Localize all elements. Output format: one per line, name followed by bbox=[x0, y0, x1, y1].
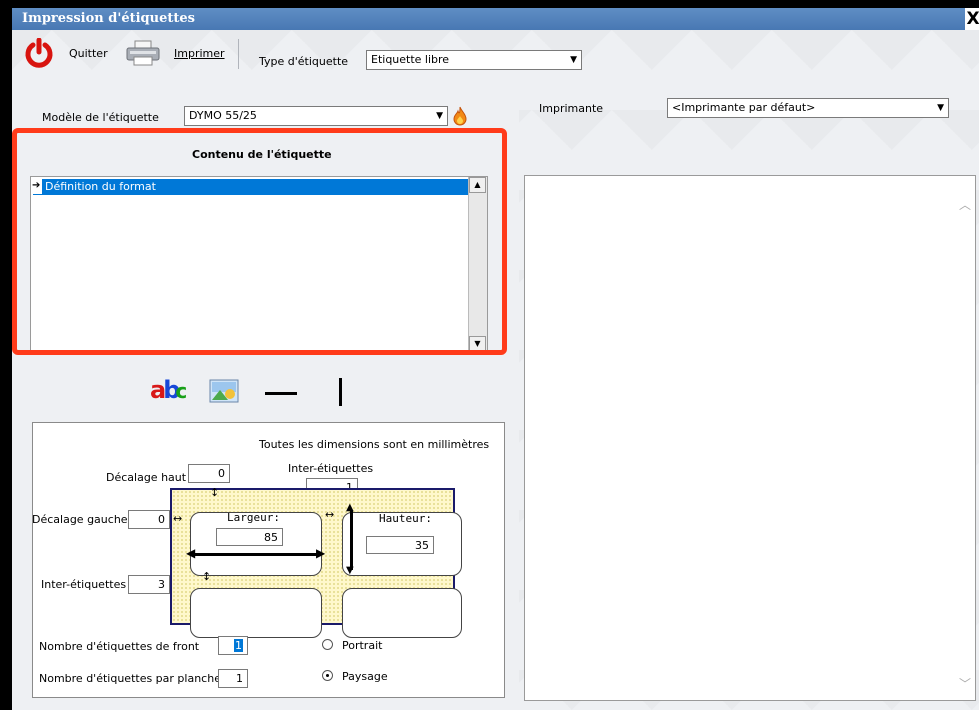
between-top-arrow-icon: ↔ bbox=[325, 508, 335, 521]
height-arrow bbox=[350, 510, 353, 570]
scroll-down-icon[interactable]: ﹀ bbox=[959, 675, 971, 692]
front-count-label: Nombre d'étiquettes de front bbox=[39, 640, 200, 653]
print-label: Imprimer bbox=[174, 47, 225, 60]
window-title-bar: Impression d'étiquettes bbox=[12, 8, 979, 30]
flame-icon[interactable] bbox=[452, 106, 468, 126]
chevron-down-icon[interactable]: ▼ bbox=[436, 107, 443, 125]
window-title: Impression d'étiquettes bbox=[22, 11, 195, 26]
width-field[interactable]: 85 bbox=[216, 528, 283, 546]
arrow-left-icon: ◀ bbox=[186, 546, 196, 560]
print-button[interactable]: Imprimer bbox=[124, 34, 234, 70]
between-left-label: Inter-étiquettes bbox=[41, 578, 127, 591]
width-arrow bbox=[192, 553, 320, 556]
printer-value: <Imprimante par défaut> bbox=[672, 101, 816, 114]
printer-icon bbox=[126, 40, 160, 66]
landscape-radio[interactable] bbox=[322, 670, 333, 681]
vertical-line-icon[interactable] bbox=[339, 378, 342, 406]
front-count-value: 1 bbox=[234, 639, 243, 652]
horizontal-line-icon[interactable] bbox=[265, 392, 297, 395]
text-abc-icon[interactable]: abc bbox=[150, 376, 187, 408]
image-icon[interactable] bbox=[208, 378, 240, 406]
between-left-field[interactable]: 3 bbox=[128, 575, 170, 594]
power-icon bbox=[25, 38, 53, 68]
dimensions-note: Toutes les dimensions sont en millimètre… bbox=[259, 438, 490, 451]
front-count-field[interactable]: 1 bbox=[218, 636, 248, 655]
model-value: DYMO 55/25 bbox=[189, 109, 257, 122]
arrow-right-icon: ▶ bbox=[316, 546, 326, 560]
quit-button[interactable]: Quitter bbox=[24, 34, 119, 70]
toolbar-separator bbox=[238, 39, 239, 69]
arrow-down-icon: ▼ bbox=[346, 565, 354, 576]
label-shape-bottom-left bbox=[190, 588, 322, 638]
between-top-label: Inter-étiquettes bbox=[288, 462, 374, 475]
height-field[interactable]: 35 bbox=[366, 536, 434, 554]
model-select[interactable]: DYMO 55/25 ▼ bbox=[184, 106, 448, 126]
sheet-count-field[interactable]: 1 bbox=[218, 669, 248, 688]
label-sheet-diagram bbox=[170, 488, 462, 638]
portrait-label: Portrait bbox=[342, 639, 383, 652]
label-type-select[interactable]: Etiquette libre ▼ bbox=[366, 50, 582, 70]
highlight-box bbox=[12, 128, 507, 355]
printer-select[interactable]: <Imprimante par défaut> ▼ bbox=[667, 98, 949, 118]
width-label: Largeur: bbox=[227, 511, 280, 524]
portrait-radio[interactable] bbox=[322, 639, 333, 650]
offset-left-arrow-icon: ↔ bbox=[173, 512, 183, 525]
label-print-window: Impression d'étiquettes X Quitter Imprim… bbox=[12, 8, 979, 710]
landscape-label: Paysage bbox=[342, 670, 388, 683]
offset-top-field[interactable]: 0 bbox=[188, 464, 230, 483]
offset-top-label: Décalage haut bbox=[106, 471, 187, 484]
between-left-arrow-icon: ↕ bbox=[202, 570, 212, 583]
label-type-label: Type d'étiquette bbox=[259, 55, 349, 68]
close-icon[interactable]: X bbox=[965, 8, 979, 30]
chevron-down-icon[interactable]: ▼ bbox=[570, 51, 577, 69]
label-shape-bottom-right bbox=[342, 588, 462, 638]
scroll-up-icon[interactable]: ︿ bbox=[959, 196, 971, 213]
chevron-down-icon[interactable]: ▼ bbox=[937, 99, 944, 117]
label-preview: ︿ ﹀ bbox=[524, 175, 976, 701]
label-type-value: Etiquette libre bbox=[371, 53, 450, 66]
printer-label: Imprimante bbox=[539, 102, 604, 115]
offset-top-arrow-icon: ↕ bbox=[210, 486, 220, 499]
model-label: Modèle de l'étiquette bbox=[42, 111, 159, 124]
offset-left-label: Décalage gauche bbox=[32, 513, 128, 526]
offset-left-field[interactable]: 0 bbox=[128, 510, 170, 529]
quit-label: Quitter bbox=[69, 47, 108, 60]
arrow-up-icon: ▲ bbox=[346, 502, 354, 513]
height-label: Hauteur: bbox=[379, 512, 432, 525]
sheet-count-label: Nombre d'étiquettes par planche bbox=[39, 672, 221, 685]
